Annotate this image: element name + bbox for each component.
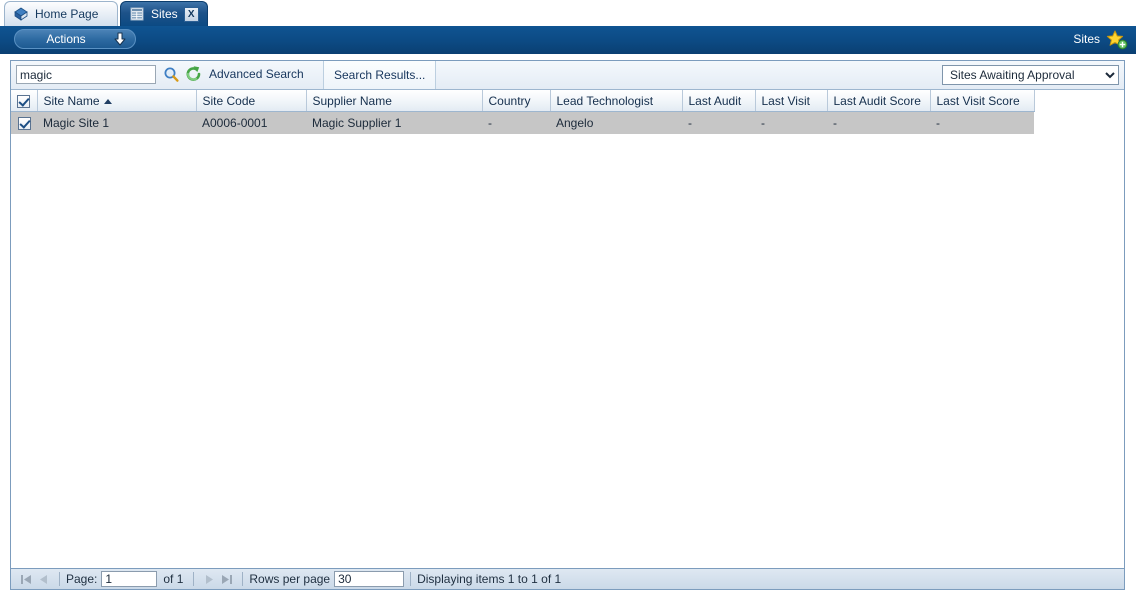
prev-page-icon[interactable] xyxy=(35,571,53,587)
table-header-row: Site Name Site Code Supplier Name Countr… xyxy=(11,90,1034,112)
star-add-icon[interactable] xyxy=(1106,30,1128,50)
cell-last-visit: - xyxy=(755,112,827,135)
grid-icon xyxy=(129,6,145,22)
column-header-last-visit[interactable]: Last Visit xyxy=(755,90,827,112)
column-header-last-audit-score[interactable]: Last Audit Score xyxy=(827,90,930,112)
column-header-supplier-name[interactable]: Supplier Name xyxy=(306,90,482,112)
rows-per-page-label: Rows per page xyxy=(249,572,330,586)
displaying-items-label: Displaying items 1 to 1 of 1 xyxy=(417,572,561,586)
view-filter-select[interactable]: Sites Awaiting Approval xyxy=(942,65,1119,85)
actions-button-label: Actions xyxy=(46,32,85,46)
column-header-lead-technologist-label: Lead Technologist xyxy=(557,94,654,108)
action-bar: Actions Sites xyxy=(0,26,1136,54)
column-header-last-visit-score-label: Last Visit Score xyxy=(937,94,1020,108)
column-header-last-audit[interactable]: Last Audit xyxy=(682,90,755,112)
column-header-site-code[interactable]: Site Code xyxy=(196,90,306,112)
arrow-down-icon xyxy=(113,32,127,50)
pagination-bar: Page: of 1 Rows per page Displaying item… xyxy=(10,568,1125,590)
home-icon xyxy=(13,6,29,22)
page-label: Page: xyxy=(66,572,97,586)
column-header-last-visit-score[interactable]: Last Visit Score xyxy=(930,90,1034,112)
next-page-icon[interactable] xyxy=(200,571,218,587)
actions-button[interactable]: Actions xyxy=(14,29,136,49)
magnifier-icon[interactable] xyxy=(163,66,180,83)
row-checkbox[interactable] xyxy=(18,117,31,130)
column-header-last-visit-label: Last Visit xyxy=(762,94,810,108)
tab-sites[interactable]: Sites X xyxy=(120,1,208,26)
rows-per-page-input[interactable] xyxy=(334,571,404,587)
page-count-label: of 1 xyxy=(163,572,183,586)
search-results-tab[interactable]: Search Results... xyxy=(323,61,436,89)
tab-home-page[interactable]: Home Page xyxy=(4,1,118,26)
page-number-input[interactable] xyxy=(101,571,157,587)
column-header-site-code-label: Site Code xyxy=(203,94,256,108)
last-page-icon[interactable] xyxy=(218,571,236,587)
cell-last-audit-score: - xyxy=(827,112,930,135)
row-select-cell[interactable] xyxy=(11,112,37,135)
column-header-country[interactable]: Country xyxy=(482,90,550,112)
cell-supplier-name: Magic Supplier 1 xyxy=(306,112,482,135)
cell-last-visit-score: - xyxy=(930,112,1034,135)
column-header-last-audit-label: Last Audit xyxy=(689,94,742,108)
column-header-country-label: Country xyxy=(489,94,531,108)
sites-table: Site Name Site Code Supplier Name Countr… xyxy=(11,90,1035,134)
search-toolbar: Advanced Search Search Results... Sites … xyxy=(11,61,1124,90)
column-header-site-name[interactable]: Site Name xyxy=(37,90,196,112)
tab-home-page-label: Home Page xyxy=(35,7,98,21)
tab-sites-label: Sites xyxy=(151,7,178,21)
refresh-icon[interactable] xyxy=(185,65,202,83)
divider xyxy=(193,572,194,586)
content-panel: Advanced Search Search Results... Sites … xyxy=(10,60,1125,568)
cell-lead-technologist: Angelo xyxy=(550,112,682,135)
column-header-last-audit-score-label: Last Audit Score xyxy=(834,94,921,108)
search-results-tab-label: Search Results... xyxy=(334,68,425,82)
sort-ascending-icon xyxy=(104,99,112,104)
page-title: Sites xyxy=(1073,32,1100,46)
column-header-lead-technologist[interactable]: Lead Technologist xyxy=(550,90,682,112)
table-row[interactable]: Magic Site 1 A0006-0001 Magic Supplier 1… xyxy=(11,112,1034,135)
application-window: Home Page Sites X Actions xyxy=(0,0,1136,600)
cell-site-name: Magic Site 1 xyxy=(37,112,196,135)
table-head: Site Name Site Code Supplier Name Countr… xyxy=(11,90,1034,112)
cell-last-audit: - xyxy=(682,112,755,135)
cell-site-code: A0006-0001 xyxy=(196,112,306,135)
divider xyxy=(410,572,411,586)
table-body: Magic Site 1 A0006-0001 Magic Supplier 1… xyxy=(11,112,1034,135)
select-all-checkbox[interactable] xyxy=(17,95,30,108)
column-header-site-name-label: Site Name xyxy=(44,94,100,108)
sites-grid: Site Name Site Code Supplier Name Countr… xyxy=(11,90,1124,568)
divider xyxy=(59,572,60,586)
tab-strip: Home Page Sites X xyxy=(0,0,1136,26)
divider xyxy=(242,572,243,586)
column-header-supplier-name-label: Supplier Name xyxy=(313,94,392,108)
cell-country: - xyxy=(482,112,550,135)
search-input[interactable] xyxy=(16,65,156,84)
advanced-search-link[interactable]: Advanced Search xyxy=(209,67,304,81)
first-page-icon[interactable] xyxy=(17,571,35,587)
column-header-select-all[interactable] xyxy=(11,90,37,112)
close-icon[interactable]: X xyxy=(184,7,199,22)
